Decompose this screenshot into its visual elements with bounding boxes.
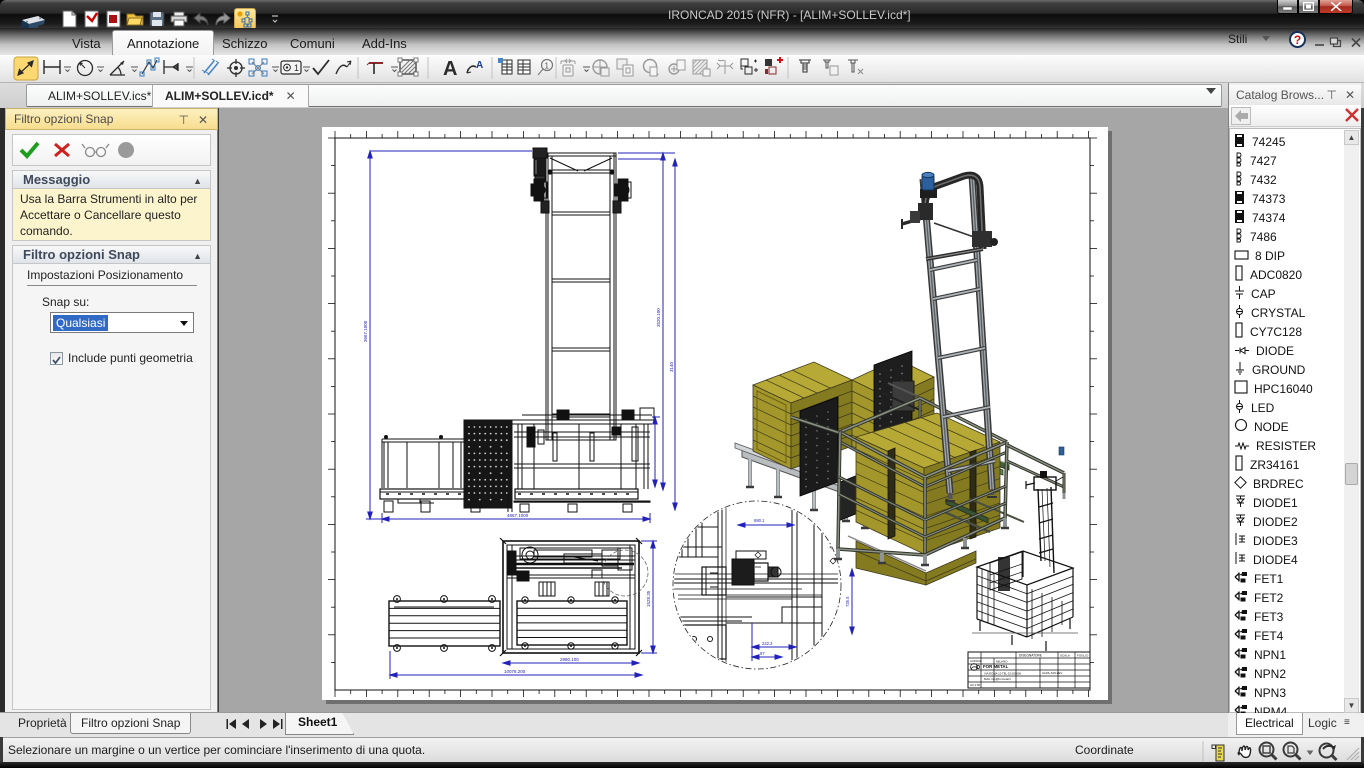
svg-text:SCALA: SCALA bbox=[1060, 654, 1070, 658]
svg-text:3520.100: 3520.100 bbox=[656, 308, 661, 327]
svg-text:1528.35: 1528.35 bbox=[646, 590, 651, 607]
svg-text:MILANO: MILANO bbox=[996, 660, 1008, 664]
svg-text:2980.100: 2980.100 bbox=[560, 657, 579, 662]
svg-text:A: A bbox=[476, 60, 483, 71]
svg-text:A: A bbox=[443, 58, 457, 80]
svg-text:CODICE: CODICE bbox=[970, 659, 982, 663]
svg-text:97: 97 bbox=[760, 651, 765, 656]
svg-text:1: 1 bbox=[545, 62, 550, 71]
svg-text:A3 1:50: A3 1:50 bbox=[970, 683, 981, 687]
svg-text:DISEGNATORE: DISEGNATORE bbox=[1019, 654, 1042, 658]
svg-text:3667.1000: 3667.1000 bbox=[363, 320, 368, 342]
svg-text:222.2: 222.2 bbox=[762, 641, 773, 646]
svg-text:MAIL info@formetal.it: MAIL info@formetal.it bbox=[984, 677, 1011, 681]
svg-text:680.1: 680.1 bbox=[754, 518, 765, 523]
svg-text:735.5: 735.5 bbox=[845, 596, 850, 607]
svg-text:FOGLIO: FOGLIO bbox=[1077, 654, 1089, 658]
svg-text:1: 1 bbox=[294, 63, 299, 73]
svg-text:VIA ROMA 10 TEL 02 000000: VIA ROMA 10 TEL 02 000000 bbox=[984, 672, 1021, 676]
svg-text:FOR METAL: FOR METAL bbox=[983, 664, 1009, 669]
svg-text:ALIM+SOLLEV: ALIM+SOLLEV bbox=[1042, 671, 1062, 675]
svg-text:4867.1000: 4867.1000 bbox=[507, 513, 529, 518]
svg-text:10078.200: 10078.200 bbox=[504, 669, 526, 674]
svg-text:3140: 3140 bbox=[669, 361, 674, 372]
